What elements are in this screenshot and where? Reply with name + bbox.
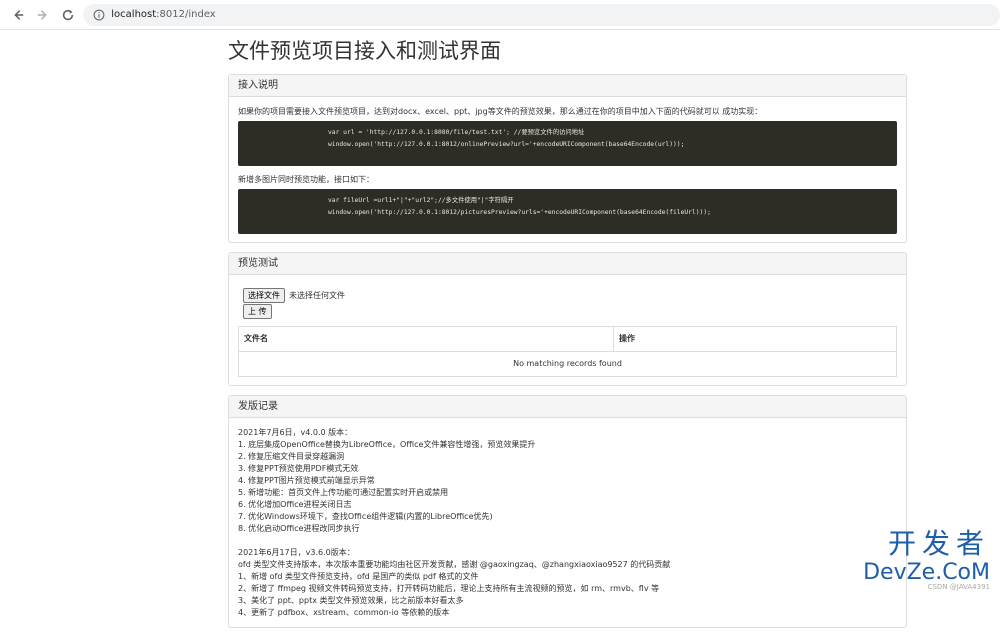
reload-button[interactable] (58, 5, 77, 25)
release-line: 4. 修复PPT图片预览模式前端显示异常 (238, 476, 375, 485)
watermark-logo: 开发者 DevZe.CoM (840, 528, 990, 586)
release-line: 5. 新增功能：首页文件上传功能可通过配置实时开启或禁用 (238, 488, 449, 497)
test-panel-body: 选择文件 未选择任何文件 上 传 文件名 操作 No matching reco… (229, 275, 906, 385)
file-table: 文件名 操作 No matching records found (238, 326, 897, 377)
release-panel: 发版记录 2021年7月6日，v4.0.0 版本： 1. 底层集成OpenOff… (228, 395, 907, 628)
release-line: 1、新增 ofd 类型文件预览支持，ofd 是国产的类似 pdf 格式的文件 (238, 572, 479, 581)
code-block-multi: var fileUrl =url1+"|"+"url2";//多文件使用"|"字… (238, 189, 897, 234)
col-header-action[interactable]: 操作 (613, 326, 897, 352)
release-line: 6. 优化增加Office进程关闭日志 (238, 500, 352, 509)
release-line: 2021年6月17日，v3.6.0版本： (238, 548, 355, 557)
empty-table-message: No matching records found (238, 351, 897, 377)
choose-file-button[interactable]: 选择文件 (243, 288, 285, 303)
reload-icon (62, 9, 73, 20)
release-v360: 2021年6月17日，v3.6.0版本： ofd 类型文件支持版本，本次版本重要… (238, 547, 897, 619)
release-line: 2. 修复压缩文件目录穿越漏洞 (238, 452, 345, 461)
release-panel-heading: 发版记录 (229, 396, 906, 418)
arrow-left-icon (13, 9, 23, 20)
forward-button[interactable] (33, 5, 52, 25)
arrow-right-icon (37, 9, 47, 20)
table-header-row: 文件名 操作 (238, 326, 897, 352)
col-header-filename[interactable]: 文件名 (238, 326, 614, 352)
page-title: 文件预览项目接入和测试界面 (228, 39, 501, 63)
release-line: ofd 类型文件支持版本，本次版本重要功能均由社区开发贡献，感谢 @gaoxin… (238, 560, 671, 569)
test-panel-heading: 预览测试 (229, 253, 906, 275)
address-bar[interactable]: localhost:8012/index (83, 3, 1000, 26)
release-line: 4、更新了 pdfbox、xstream、common-io 等依赖的版本 (238, 608, 450, 617)
release-line: 1. 底层集成OpenOffice替换为LibreOffice，Office文件… (238, 440, 536, 449)
url-host: localhost (111, 9, 157, 20)
file-input[interactable]: 选择文件 未选择任何文件 (243, 288, 897, 303)
watermark-line1: 开发者 (887, 527, 990, 560)
upload-button[interactable]: 上 传 (243, 304, 272, 319)
release-line: 2021年7月6日，v4.0.0 版本： (238, 428, 353, 437)
test-panel: 预览测试 选择文件 未选择任何文件 上 传 文件名 操作 No matching (228, 252, 907, 386)
table-row: No matching records found (238, 351, 897, 377)
release-line: 8. 优化启动Office进程改同步执行 (238, 524, 360, 533)
code-block-single: var url = 'http://127.0.0.1:8080/file/te… (238, 121, 897, 166)
url-path: :8012/index (156, 9, 216, 20)
access-panel-body: 如果你的项目需要接入文件预览项目，达到对docx、excel、ppt、jpg等文… (229, 97, 906, 242)
access-panel-heading: 接入说明 (229, 75, 906, 97)
release-line: 2、新增了 ffmpeg 视频文件转码预览支持，打开转码功能后，理论上支持所有主… (238, 584, 660, 593)
release-line: 7. 优化Windows环境下，查找Office组件逻辑(内置的LibreOff… (238, 512, 493, 521)
release-v400: 2021年7月6日，v4.0.0 版本： 1. 底层集成OpenOffice替换… (238, 427, 897, 535)
access-panel: 接入说明 如果你的项目需要接入文件预览项目，达到对docx、excel、ppt、… (228, 74, 907, 243)
access-description: 如果你的项目需要接入文件预览项目，达到对docx、excel、ppt、jpg等文… (238, 107, 763, 116)
release-line: 3. 修复PPT预览使用PDF模式无效 (238, 464, 359, 473)
csdn-watermark: CSDN @JAVA4391 (927, 583, 990, 591)
browser-toolbar: localhost:8012/index (0, 0, 1000, 30)
code-line: var url = 'http://127.0.0.1:8080/file/te… (328, 129, 585, 136)
code-line: window.open('http://127.0.0.1:8012/pictu… (328, 209, 711, 216)
no-file-selected-text: 未选择任何文件 (289, 290, 345, 300)
release-panel-body: 2021年7月6日，v4.0.0 版本： 1. 底层集成OpenOffice替换… (229, 418, 906, 627)
multi-image-description: 新增多图片同时预览功能，接口如下： (238, 175, 374, 184)
back-button[interactable] (8, 5, 27, 25)
info-icon[interactable] (93, 9, 105, 21)
code-line: window.open('http://127.0.0.1:8012/onlin… (328, 141, 685, 148)
code-line: var fileUrl =url1+"|"+"url2";//多文件使用"|"字… (328, 197, 514, 204)
main-container: 文件预览项目接入和测试界面 接入说明 如果你的项目需要接入文件预览项目，达到对d… (228, 30, 907, 637)
